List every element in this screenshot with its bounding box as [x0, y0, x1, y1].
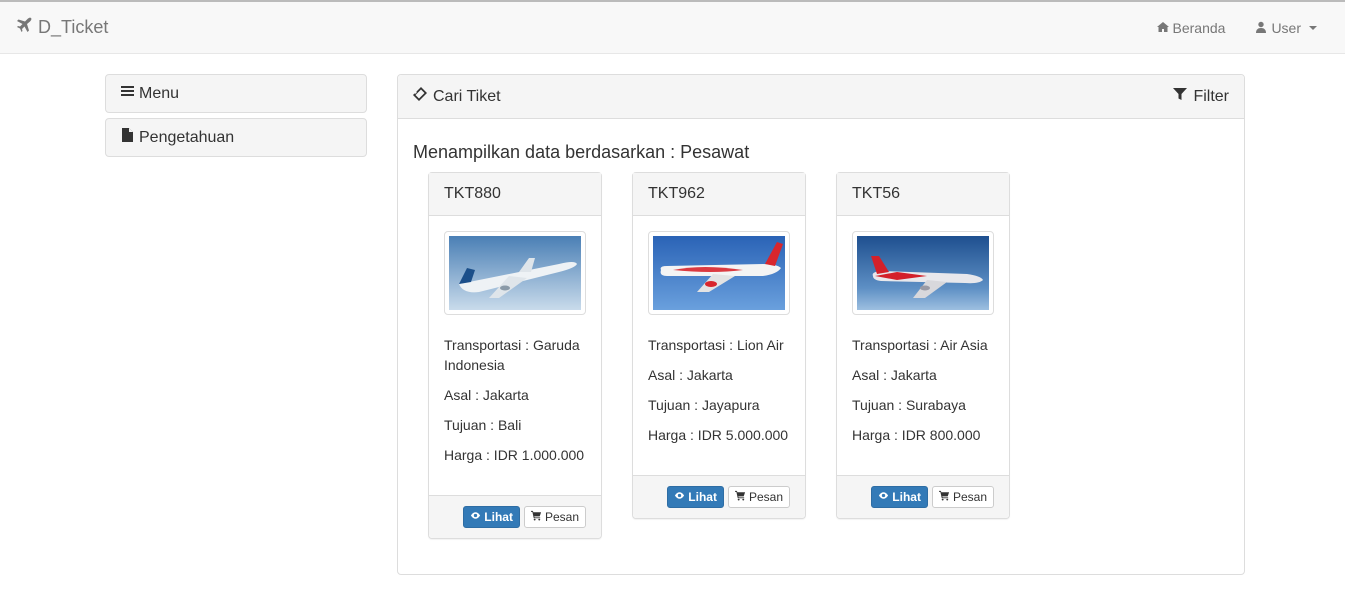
view-button[interactable]: Lihat: [463, 506, 520, 528]
brand[interactable]: D_Ticket: [16, 17, 108, 38]
ticket-card: TKT962 Transportasi : Lion Air Asal : Ja…: [632, 172, 806, 519]
order-button-label: Pesan: [952, 490, 987, 504]
origin-text: Asal : Jakarta: [648, 367, 733, 383]
ticket-code: TKT962: [633, 173, 805, 216]
filter-icon: [1173, 87, 1188, 106]
plane-image: [444, 231, 586, 315]
origin-text: Asal : Jakarta: [852, 367, 937, 383]
user-icon: [1255, 20, 1267, 36]
view-button[interactable]: Lihat: [871, 486, 928, 508]
eye-icon: [674, 490, 685, 504]
nav-home-label: Beranda: [1172, 20, 1226, 36]
cart-icon: [734, 490, 746, 504]
filter-button[interactable]: Filter: [1173, 87, 1229, 106]
order-button-label: Pesan: [544, 510, 579, 524]
file-icon: [121, 128, 134, 147]
view-button-label: Lihat: [892, 490, 921, 504]
result-heading: Menampilkan data berdasarkan : Pesawat: [413, 142, 750, 162]
ticket-code: TKT880: [429, 173, 601, 216]
eye-icon: [878, 490, 889, 504]
order-button[interactable]: Pesan: [523, 506, 586, 528]
plane-image: [648, 231, 790, 315]
card-footer: Lihat Pesan: [633, 475, 805, 518]
panel-title: Cari Tiket: [433, 87, 501, 105]
caret-down-icon: [1309, 26, 1317, 30]
filter-label: Filter: [1193, 87, 1229, 105]
card-footer: Lihat Pesan: [429, 495, 601, 538]
cart-icon: [938, 490, 950, 504]
view-button-label: Lihat: [484, 510, 513, 524]
view-button-label: Lihat: [688, 490, 717, 504]
home-icon: [1156, 20, 1169, 36]
user-dropdown[interactable]: User: [1255, 20, 1317, 36]
navbar: D_Ticket Beranda User: [0, 0, 1345, 54]
destination-text: Tujuan : Surabaya: [852, 397, 966, 413]
order-button-label: Pesan: [748, 490, 783, 504]
brand-label: D_Ticket: [38, 17, 109, 37]
ticket-card: TKT880 Transportasi : Garuda Indonesia A…: [428, 172, 602, 539]
ticket-icon: [413, 87, 427, 106]
ticket-code: TKT56: [837, 173, 1009, 216]
transport-text: Transportasi : Air Asia: [852, 337, 988, 353]
destination-text: Tujuan : Jayapura: [648, 397, 760, 413]
cart-icon: [530, 510, 542, 524]
view-button[interactable]: Lihat: [667, 486, 724, 508]
destination-text: Tujuan : Bali: [444, 417, 522, 433]
sidebar-item-label: Pengetahuan: [139, 128, 235, 146]
price-text: Harga : IDR 800.000: [852, 427, 981, 443]
panel-header: Cari Tiket Filter: [398, 75, 1244, 119]
transport-text: Transportasi : Lion Air: [648, 337, 784, 353]
order-button[interactable]: Pesan: [931, 486, 994, 508]
plane-image: [852, 231, 994, 315]
plane-icon: [16, 17, 32, 38]
ticket-card: TKT56 Transportasi : Air Asia Asal : Jak…: [836, 172, 1010, 519]
price-text: Harga : IDR 5.000.000: [648, 427, 789, 443]
sidebar-item-menu[interactable]: Menu: [105, 74, 367, 113]
bars-icon: [121, 84, 134, 103]
sidebar-item-pengetahuan[interactable]: Pengetahuan: [105, 118, 367, 157]
nav-home-link[interactable]: Beranda: [1156, 20, 1226, 36]
order-button[interactable]: Pesan: [727, 486, 790, 508]
user-label: User: [1271, 20, 1301, 36]
sidebar-item-label: Menu: [139, 84, 180, 102]
search-ticket-panel: Cari Tiket Filter Menampilkan data berda…: [397, 74, 1245, 575]
origin-text: Asal : Jakarta: [444, 387, 529, 403]
card-footer: Lihat Pesan: [837, 475, 1009, 518]
price-text: Harga : IDR 1.000.000: [444, 447, 585, 463]
transport-text: Transportasi : Garuda Indonesia: [444, 337, 580, 373]
eye-icon: [470, 510, 481, 524]
